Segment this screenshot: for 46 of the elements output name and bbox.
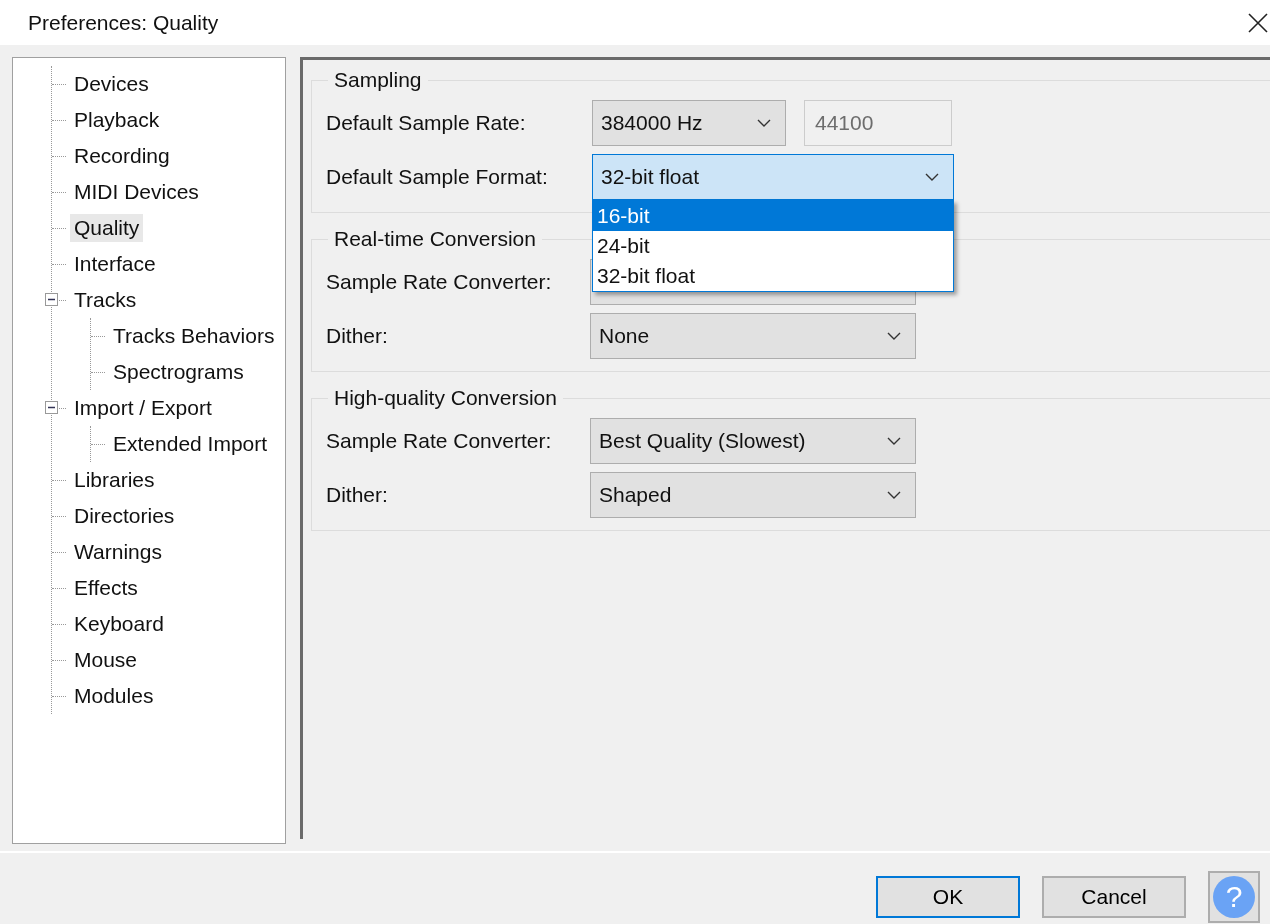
group-title: Real-time Conversion [333, 227, 537, 251]
collapse-icon[interactable] [45, 401, 58, 414]
dialog-button[interactable]: Cancel [1042, 876, 1186, 918]
close-icon[interactable] [1246, 10, 1270, 35]
tree-item[interactable]: Import / Export [70, 394, 216, 422]
chevron-down-icon [925, 172, 939, 182]
tree-item[interactable]: Extended Import [109, 430, 272, 458]
tree-item[interactable]: MIDI Devices [70, 178, 203, 206]
chevron-down-icon [887, 490, 901, 500]
chevron-down-icon [887, 331, 901, 341]
tree-item[interactable]: Modules [70, 682, 158, 710]
dropdown[interactable]: Shaped [590, 472, 916, 518]
tree-item[interactable]: Warnings [70, 538, 166, 566]
group-title: Sampling [333, 68, 423, 92]
field-label: Default Sample Rate: [326, 111, 527, 135]
field-label: Dither: [326, 483, 389, 507]
tree-item[interactable]: Keyboard [70, 610, 168, 638]
field-label: Sample Rate Converter: [326, 429, 553, 453]
tree-item[interactable]: Playback [70, 106, 164, 134]
tree-item[interactable]: Libraries [70, 466, 159, 494]
dropdown[interactable]: Best Quality (Slowest) [590, 418, 916, 464]
tree-item[interactable]: Effects [70, 574, 142, 602]
collapse-icon[interactable] [45, 293, 58, 306]
chevron-down-icon [887, 436, 901, 446]
dropdown[interactable]: None [590, 313, 916, 359]
dropdown[interactable]: 384000 Hz [592, 100, 786, 146]
dropdown-option[interactable]: 16-bit [593, 201, 953, 231]
field-label: Sample Rate Converter: [326, 270, 553, 294]
tree-item[interactable]: Recording [70, 142, 174, 170]
group-title: High-quality Conversion [333, 386, 558, 410]
field-label: Default Sample Format: [326, 165, 549, 189]
dropdown-option[interactable]: 32-bit float [593, 261, 953, 291]
tree-item[interactable]: Devices [70, 70, 153, 98]
tree-item[interactable]: Spectrograms [109, 358, 248, 386]
window-title: Preferences: Quality [28, 10, 219, 35]
tree-item[interactable]: Interface [70, 250, 160, 278]
dialog-button[interactable]: OK [876, 876, 1020, 918]
chevron-down-icon [757, 118, 771, 128]
dropdown[interactable]: 32-bit float [592, 154, 954, 200]
tree-item[interactable]: Mouse [70, 646, 142, 674]
tree-item[interactable]: Tracks [70, 286, 141, 314]
tree-item[interactable]: Quality [70, 214, 144, 242]
field-label: Dither: [326, 324, 389, 348]
tree-item[interactable]: Directories [70, 502, 179, 530]
tree-item[interactable]: Tracks Behaviors [109, 322, 279, 350]
dropdown-option[interactable]: 24-bit [593, 231, 953, 261]
